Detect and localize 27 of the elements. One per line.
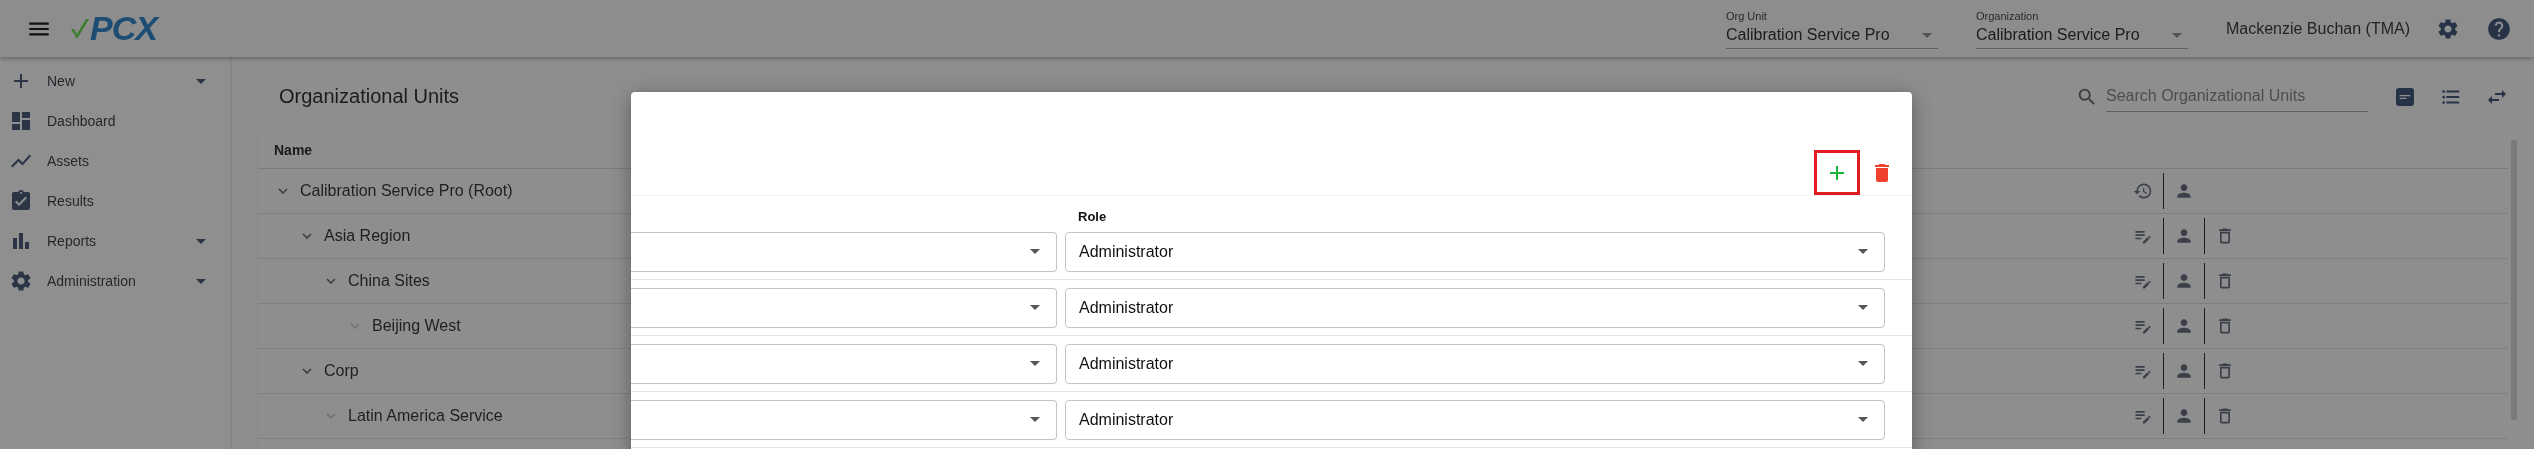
unit-name: Latin America Service xyxy=(348,407,503,425)
column-header: Role xyxy=(1077,209,1108,224)
unit-name: Calibration Service Pro (Root) xyxy=(300,182,513,200)
role-select[interactable]: Administrator xyxy=(1065,343,1885,384)
search-field[interactable]: Search Organizational Units xyxy=(2106,81,2368,112)
role-select[interactable]: Administrator xyxy=(1065,399,1885,440)
unit-name: Asia Region xyxy=(324,227,411,245)
select-field[interactable]: Organization Calibration Service Pro xyxy=(1975,10,2188,49)
user-name: Mackenzie Buchan (TMA) xyxy=(2225,19,2410,38)
sidebar-item[interactable]: New xyxy=(0,61,230,101)
sidebar-item[interactable]: Administration xyxy=(0,261,230,301)
page-title: Organizational Units xyxy=(279,85,461,108)
column-header: Name xyxy=(274,142,313,158)
sidebar-item[interactable]: Assets xyxy=(0,141,230,181)
role-select[interactable]: Administrator xyxy=(1065,287,1885,328)
unit-name: Corp xyxy=(324,362,359,380)
unit-name: China Sites xyxy=(348,272,430,290)
select-value: Calibration Service Pro xyxy=(1725,26,1890,44)
select-field[interactable]: Org Unit Calibration Service Pro xyxy=(1725,10,1938,49)
sidebar-item[interactable]: Dashboard xyxy=(0,101,230,141)
unit-name: Beijing West xyxy=(372,317,461,335)
select-value: Calibration Service Pro xyxy=(1975,26,2140,44)
sidebar-item[interactable]: Results xyxy=(0,181,230,221)
role-select[interactable]: Administrator xyxy=(1065,231,1885,272)
select-label: Organization xyxy=(1975,10,2040,22)
sidebar-item[interactable]: Reports xyxy=(0,221,230,261)
select-label: Org Unit xyxy=(1725,10,1768,22)
